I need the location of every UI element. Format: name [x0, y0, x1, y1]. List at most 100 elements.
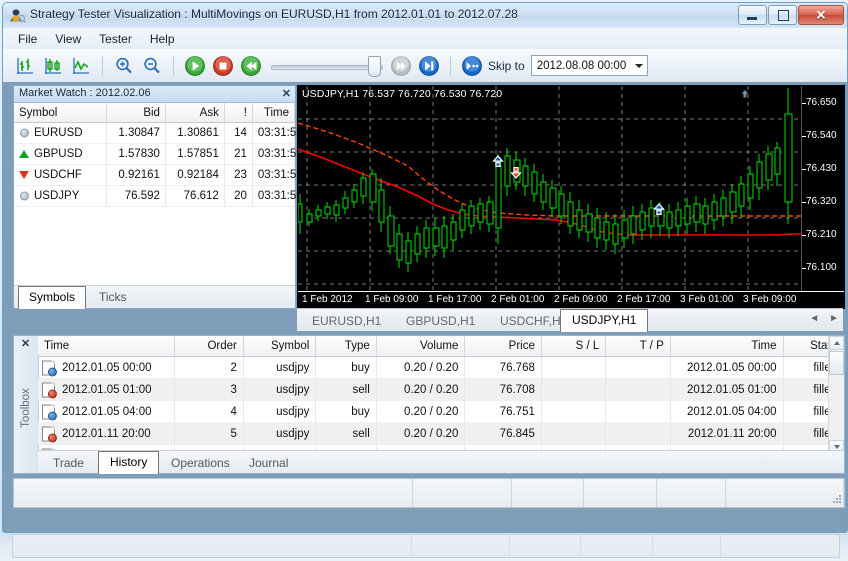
window-controls: ✕: [738, 5, 844, 25]
column-header-time[interactable]: Time: [252, 103, 294, 123]
title-bar: Strategy Tester Visualization : MultiMov…: [3, 3, 847, 29]
order-time: 2012.01.11 20:00: [62, 428, 151, 440]
line-chart-icon[interactable]: [68, 53, 94, 79]
step-forward-icon[interactable]: [416, 53, 442, 79]
tab-scroll-left-icon[interactable]: ◄: [809, 313, 819, 325]
stop-icon[interactable]: [210, 53, 236, 79]
bar-chart-icon[interactable]: [12, 53, 38, 79]
history-header-row: Time Order Symbol Type Volume Price S / …: [38, 336, 844, 357]
price-tick-label: 76.540: [806, 130, 837, 141]
slider-thumb[interactable]: [368, 56, 381, 77]
order-tp: [606, 379, 670, 401]
zoom-in-icon[interactable]: [111, 53, 137, 79]
table-row[interactable]: GBPUSD 1.57830 1.57851 21 03:31:59: [14, 144, 295, 165]
column-header-tp[interactable]: T / P: [606, 336, 670, 357]
order-sl: [541, 401, 605, 423]
menu-item-view[interactable]: View: [46, 30, 90, 48]
toolbar: Skip to 2012.08.08 00:00: [3, 49, 847, 83]
menu-item-help[interactable]: Help: [141, 30, 184, 48]
time-tick-label: 3 Feb 09:00: [743, 294, 796, 305]
symbol-name: USDCHF: [34, 169, 82, 181]
menu-item-tester[interactable]: Tester: [90, 30, 141, 48]
column-header-sl[interactable]: S / L: [541, 336, 605, 357]
rewind-icon[interactable]: [238, 53, 264, 79]
column-header-volume[interactable]: Volume: [376, 336, 465, 357]
order-volume: 0.20 / 0.20: [376, 357, 465, 379]
menu-item-file[interactable]: File: [9, 30, 46, 48]
table-row[interactable]: 2012.01.05 01:00 3 usdjpy sell 0.20 / 0.…: [38, 379, 844, 401]
column-header-spread[interactable]: !: [224, 103, 252, 123]
chart-tab-strip: EURUSD,H1 GBPUSD,H1 USDCHF,H1 USDJPY,H1 …: [297, 308, 843, 331]
column-header-order[interactable]: Order: [175, 336, 243, 357]
chart-window[interactable]: USDJPY,H1 76.537 76.720 76.530 76.720 76…: [297, 85, 845, 309]
table-row[interactable]: USDCHF 0.92161 0.92184 23 03:31:59: [14, 165, 295, 186]
tab-trade[interactable]: Trade: [42, 453, 95, 473]
strategy-tester-icon: [9, 7, 26, 24]
tab-scroll-right-icon[interactable]: ►: [829, 313, 839, 325]
arrow-down-icon: [19, 171, 29, 179]
table-row[interactable]: 2012.01.05 04:00 4 usdjpy buy 0.20 / 0.2…: [38, 401, 844, 423]
slider-track: [271, 65, 383, 70]
table-row[interactable]: USDJPY 76.592 76.612 20 03:31:59: [14, 186, 295, 207]
column-header-bid[interactable]: Bid: [107, 103, 166, 123]
history-scrollbar[interactable]: [828, 336, 844, 454]
column-header-price[interactable]: Price: [465, 336, 542, 357]
price-chart[interactable]: USDJPY,H1 76.537 76.720 76.530 76.720: [298, 86, 802, 292]
play-icon[interactable]: [182, 53, 208, 79]
column-header-symbol[interactable]: Symbol: [243, 336, 315, 357]
symbol-name: EURUSD: [34, 127, 83, 139]
order-time: 2012.01.05 00:00: [62, 362, 152, 374]
minimize-button[interactable]: [738, 5, 767, 25]
scrollbar-thumb[interactable]: [829, 351, 844, 375]
status-segment: [657, 479, 726, 507]
maximize-button[interactable]: [768, 5, 797, 25]
order-time2: 2012.01.05 00:00: [670, 357, 783, 379]
ask-value: 0.92184: [165, 165, 224, 186]
candlestick-chart-icon[interactable]: [40, 53, 66, 79]
close-button[interactable]: ✕: [798, 5, 844, 25]
bid-value: 1.30847: [107, 123, 166, 144]
column-header-time2[interactable]: Time: [670, 336, 783, 357]
tab-operations[interactable]: Operations: [160, 453, 241, 473]
status-segment: [14, 479, 413, 507]
scroll-up-icon[interactable]: [829, 336, 844, 350]
tab-journal[interactable]: Journal: [238, 453, 299, 473]
tab-usdjpy-h1[interactable]: USDJPY,H1: [560, 309, 648, 332]
column-header-time[interactable]: Time: [38, 336, 175, 357]
toolbox-close-icon[interactable]: ✕: [21, 337, 30, 350]
order-price: 76.708: [465, 379, 542, 401]
tab-ticks[interactable]: Ticks: [89, 288, 137, 307]
column-header-type[interactable]: Type: [316, 336, 376, 357]
order-price: 76.751: [465, 401, 542, 423]
market-watch-title-bar: Market Watch : 2012.02.06 ✕: [14, 86, 295, 103]
skip-to-label: Skip to: [488, 59, 525, 73]
table-row[interactable]: 2012.01.05 00:00 2 usdjpy buy 0.20 / 0.2…: [38, 357, 844, 379]
tab-eurusd-h1[interactable]: EURUSD,H1: [301, 311, 392, 331]
skip-to-icon[interactable]: [459, 53, 485, 79]
strategy-tester-window: Strategy Tester Visualization : MultiMov…: [0, 0, 848, 561]
market-watch-close-icon[interactable]: ✕: [282, 87, 291, 100]
price-tick-label: 76.210: [806, 229, 837, 240]
status-segment: [413, 479, 512, 507]
window-title: Strategy Tester Visualization : MultiMov…: [30, 7, 518, 21]
bid-value: 76.592: [107, 186, 166, 207]
column-header-symbol[interactable]: Symbol: [14, 103, 107, 123]
resize-grip-icon[interactable]: [832, 495, 842, 505]
table-row[interactable]: 2012.01.11 20:00 5 usdjpy sell 0.20 / 0.…: [38, 423, 844, 445]
column-header-ask[interactable]: Ask: [165, 103, 224, 123]
toolbox-label: Toolbox: [20, 372, 32, 444]
tab-symbols[interactable]: Symbols: [18, 286, 86, 309]
skip-to-date-input[interactable]: 2012.08.08 00:00: [531, 55, 648, 76]
zoom-out-icon[interactable]: [139, 53, 165, 79]
tab-history[interactable]: History: [98, 451, 159, 474]
price-tick-label: 76.650: [806, 97, 837, 108]
market-watch-tab-strip: Symbols Ticks: [14, 285, 295, 308]
time-axis[interactable]: 1 Feb 2012 1 Feb 09:00 1 Feb 17:00 2 Feb…: [298, 291, 844, 308]
chevron-down-icon[interactable]: [635, 64, 643, 68]
toolbox-panel: ✕ Toolbox Time Order: [13, 335, 845, 474]
tab-gbpusd-h1[interactable]: GBPUSD,H1: [395, 311, 486, 331]
status-segment: [512, 479, 584, 507]
table-row[interactable]: EURUSD 1.30847 1.30861 14 03:31:59: [14, 123, 295, 144]
price-axis[interactable]: 76.650 76.540 76.430 76.320 76.210 76.10…: [801, 86, 844, 292]
speed-slider[interactable]: [271, 56, 381, 76]
